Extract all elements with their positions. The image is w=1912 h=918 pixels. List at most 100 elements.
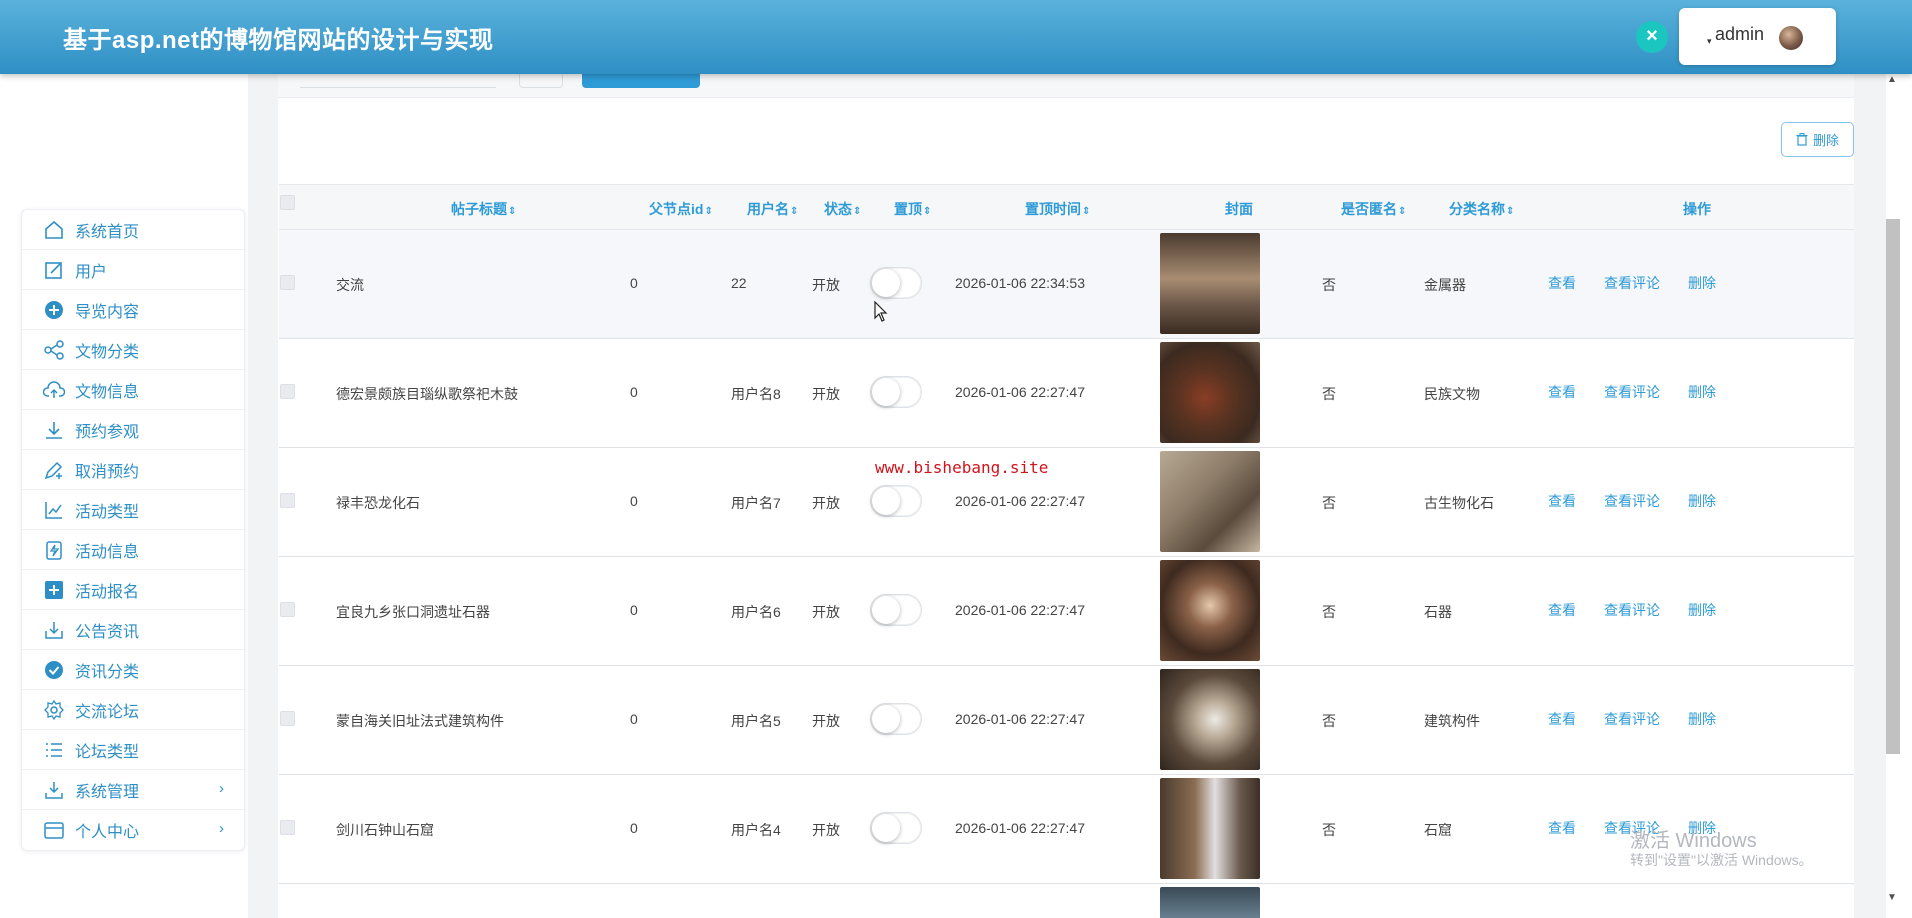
sidebar-item[interactable]: 导览内容	[22, 290, 244, 330]
col-pinned[interactable]: 置顶⇕	[894, 199, 931, 219]
view-link[interactable]: 查看	[1548, 491, 1576, 511]
col-status[interactable]: 状态⇕	[824, 199, 861, 219]
select-all-checkbox[interactable]	[280, 195, 295, 210]
cloud-upload-icon	[43, 379, 65, 401]
sidebar-item[interactable]: 系统首页	[22, 210, 244, 250]
sidebar-item[interactable]: 活动信息	[22, 530, 244, 570]
sidebar-item-label: 取消预约	[75, 463, 140, 481]
view-comments-link[interactable]: 查看评论	[1604, 709, 1660, 729]
delete-link[interactable]: 删除	[1688, 491, 1716, 511]
col-actions: 操作	[1683, 201, 1711, 217]
sidebar-item-label: 个人中心	[75, 824, 140, 841]
cell-username: 用户名8	[731, 386, 781, 402]
col-pin-time[interactable]: 置顶时间⇕	[1025, 199, 1090, 219]
app-header: 基于asp.net的博物馆网站的设计与实现 × ▾ admin	[0, 0, 1912, 74]
row-checkbox[interactable]	[280, 602, 295, 617]
cell-title: 德宏景颇族目瑙纵歌祭祀木鼓	[336, 386, 518, 402]
view-comments-link[interactable]: 查看评论	[1604, 600, 1660, 620]
pin-toggle[interactable]	[870, 267, 922, 299]
sidebar-item[interactable]: 交流论坛	[22, 690, 244, 730]
pin-toggle[interactable]	[870, 594, 922, 626]
sidebar-item-label: 论坛类型	[75, 743, 140, 761]
pin-toggle[interactable]	[870, 485, 922, 517]
sidebar-item[interactable]: 论坛类型	[22, 730, 244, 770]
sidebar-item[interactable]: 用户	[22, 250, 244, 290]
row-checkbox[interactable]	[280, 493, 295, 508]
col-anonymous[interactable]: 是否匿名⇕	[1341, 199, 1406, 219]
sidebar-item-label: 活动报名	[75, 583, 140, 601]
row-checkbox[interactable]	[280, 275, 295, 290]
scroll-down-icon[interactable]: ▼	[1887, 892, 1897, 903]
sidebar-menu: 系统首页用户导览内容文物分类 文物信息预约参观取消预约活动类型活动信息活动报名公告…	[21, 209, 245, 851]
view-comments-link[interactable]: 查看评论	[1604, 273, 1660, 293]
cell-anonymous: 否	[1322, 277, 1336, 293]
pin-toggle[interactable]	[870, 812, 922, 844]
page-scrollbar[interactable]: ▲ ▼	[1886, 74, 1912, 918]
cover-image	[1160, 342, 1260, 443]
user-menu[interactable]: ▾ admin	[1679, 8, 1836, 65]
view-link[interactable]: 查看	[1548, 709, 1576, 729]
delete-link[interactable]: 删除	[1688, 709, 1716, 729]
scrollbar-thumb[interactable]	[1886, 219, 1900, 754]
sidebar-item-label: 系统管理	[75, 783, 140, 801]
row-checkbox[interactable]	[280, 820, 295, 835]
cell-status: 开放	[812, 604, 840, 620]
view-comments-link[interactable]: 查看评论	[1604, 491, 1660, 511]
cell-category: 民族文物	[1424, 386, 1480, 402]
cell-category: 古生物化石	[1424, 495, 1494, 511]
col-parent-id[interactable]: 父节点id⇕	[649, 199, 713, 219]
sidebar-item-label: 预约参观	[75, 423, 140, 441]
chevron-right-icon: ›	[219, 820, 224, 837]
cell-status: 开放	[812, 277, 840, 293]
col-username[interactable]: 用户名⇕	[747, 199, 798, 219]
sidebar-item-label: 用户	[75, 263, 108, 281]
batch-delete-label: 删除	[1812, 133, 1839, 148]
cell-username: 用户名4	[731, 822, 781, 838]
table-body: 交流 0 22 开放 2026-01-06 22:34:53 否金属器 查看 查看评论 删除 德宏…	[279, 230, 1854, 884]
view-link[interactable]: 查看	[1548, 273, 1576, 293]
row-checkbox[interactable]	[280, 711, 295, 726]
delete-link[interactable]: 删除	[1688, 382, 1716, 402]
cell-title: 剑川石钟山石窟	[336, 822, 434, 838]
delete-link[interactable]: 删除	[1688, 273, 1716, 293]
check-circle-icon	[43, 659, 65, 681]
sidebar-item[interactable]: 活动报名	[22, 570, 244, 610]
cell-anonymous: 否	[1322, 713, 1336, 729]
avatar[interactable]	[1779, 26, 1803, 50]
cover-image	[1160, 560, 1260, 661]
sidebar-item[interactable]: 活动类型	[22, 490, 244, 530]
username-label: admin	[1715, 24, 1765, 44]
sidebar-item-label: 导览内容	[75, 303, 140, 321]
watermark-text: www.bishebang.site	[875, 458, 1049, 477]
sidebar-item-label: 活动信息	[75, 543, 140, 561]
sidebar-item[interactable]: 文物分类	[22, 330, 244, 370]
col-title[interactable]: 帖子标题⇕	[451, 199, 516, 219]
col-category[interactable]: 分类名称⇕	[1449, 199, 1514, 219]
sidebar-item[interactable]: 取消预约	[22, 450, 244, 490]
view-comments-link[interactable]: 查看评论	[1604, 382, 1660, 402]
close-icon[interactable]: ×	[1636, 21, 1668, 53]
sidebar-item[interactable]: 公告资讯	[22, 610, 244, 650]
sidebar-item[interactable]: 资讯分类	[22, 650, 244, 690]
sidebar-item[interactable]: 文物信息	[22, 370, 244, 410]
cell-parent-id: 0	[630, 493, 638, 509]
sidebar-item[interactable]: 系统管理 ›	[22, 770, 244, 810]
activate-windows-title: 激活 Windows	[1630, 830, 1757, 852]
pin-toggle[interactable]	[870, 703, 922, 735]
list-icon	[43, 739, 65, 761]
pin-toggle[interactable]	[870, 376, 922, 408]
sidebar-item[interactable]: 个人中心 ›	[22, 810, 244, 850]
view-link[interactable]: 查看	[1548, 818, 1576, 838]
caret-down-icon: ▾	[1707, 36, 1712, 46]
scroll-up-icon[interactable]: ▲	[1887, 74, 1897, 85]
download-box-icon	[43, 779, 65, 801]
cell-pin-time: 2026-01-06 22:27:47	[955, 384, 1085, 400]
toggle-knob	[872, 269, 900, 297]
batch-delete-button[interactable]: 删除	[1781, 122, 1854, 157]
view-link[interactable]: 查看	[1548, 600, 1576, 620]
cover-image	[1160, 669, 1260, 770]
sidebar-item[interactable]: 预约参观	[22, 410, 244, 450]
row-checkbox[interactable]	[280, 384, 295, 399]
view-link[interactable]: 查看	[1548, 382, 1576, 402]
delete-link[interactable]: 删除	[1688, 600, 1716, 620]
